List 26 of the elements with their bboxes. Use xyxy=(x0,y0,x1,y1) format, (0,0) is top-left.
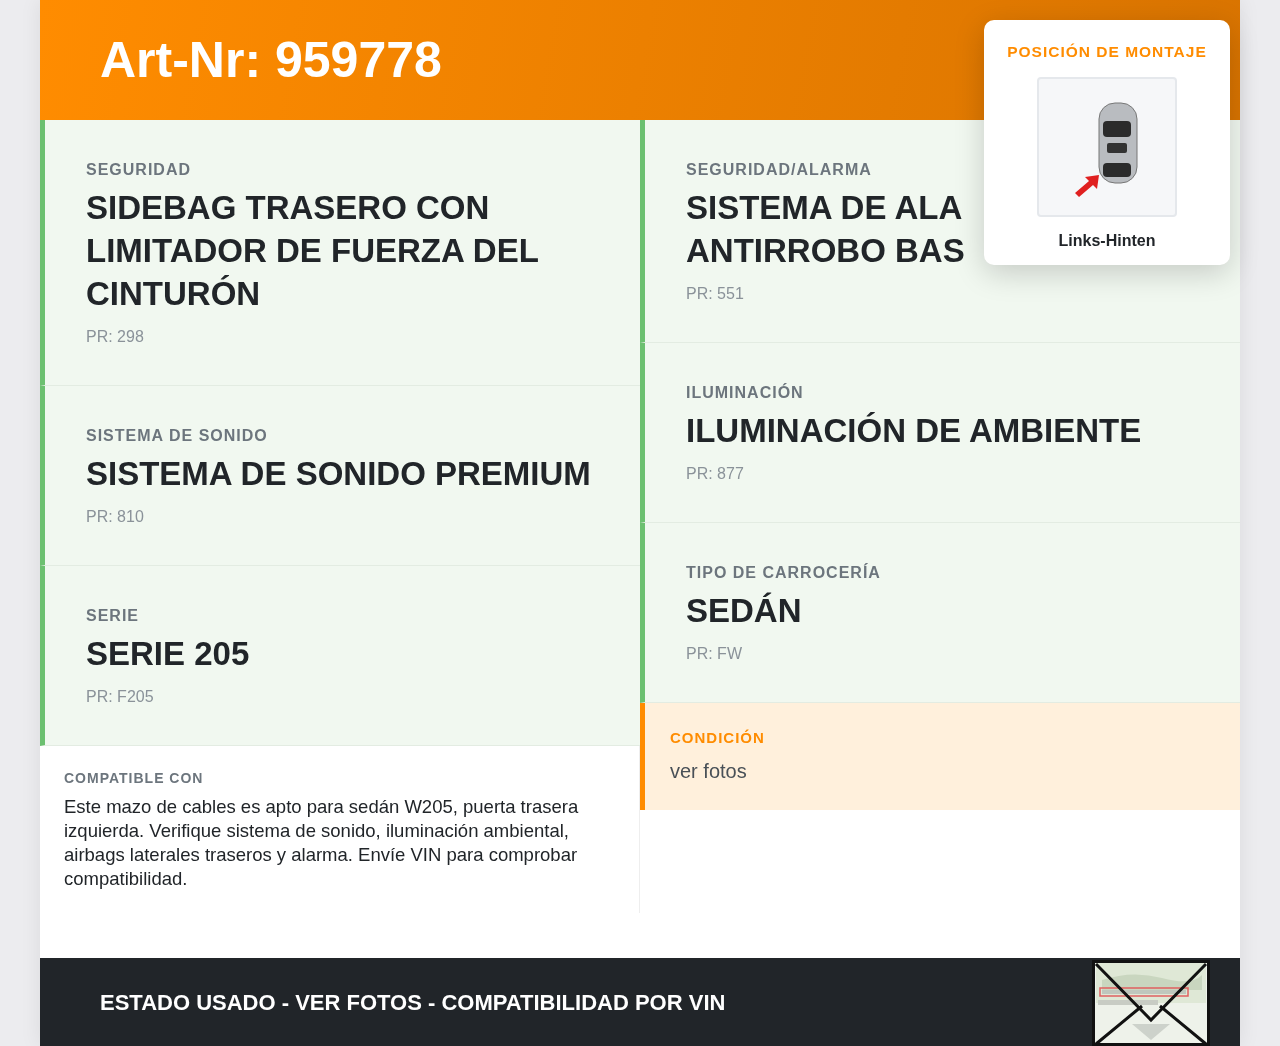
category-label: ILUMINACIÓN xyxy=(686,382,805,403)
category-label: TIPO DE CARROCERÍA xyxy=(686,562,882,583)
pr-code: PR: 810 xyxy=(86,507,145,527)
pr-code: PR: FW xyxy=(686,644,743,664)
condition-value: ver fotos xyxy=(670,758,748,784)
category-label: SERIE xyxy=(86,606,140,626)
category-label: SISTEMA DE SONIDO xyxy=(86,426,269,446)
compatible-label: COMPATIBLE CON xyxy=(64,769,205,788)
category-label: SEGURIDAD xyxy=(86,160,192,180)
pr-code: PR: 877 xyxy=(686,464,745,484)
footer-banner-text: ESTADO USADO - VER FOTOS - COMPATIBILIDAD POR VIN xyxy=(100,988,726,1017)
feature-title: SIDEBAG TRASERO CON LIMITADOR DE FUERZA DEL CINTURÓN xyxy=(86,188,540,314)
article-number-title: Art-Nr: 959778 xyxy=(100,30,442,90)
mounting-position-label: Links-Hinten xyxy=(1057,231,1157,252)
category-label: SEGURIDAD/ALARMA xyxy=(686,160,873,180)
feature-title: SISTEMA DE ALA ANTIRROBO BAS xyxy=(686,188,965,271)
popup-title: POSICIÓN DE MONTAJE xyxy=(1006,42,1208,62)
pr-code: PR: 551 xyxy=(686,284,745,304)
feature-title: ILUMINACIÓN DE AMBIENTE xyxy=(686,411,1142,451)
pr-code: PR: F205 xyxy=(86,687,155,707)
feature-title: SISTEMA DE SONIDO PREMIUM xyxy=(86,454,591,494)
condition-label: CONDICIÓN xyxy=(670,728,766,748)
compatibility-description: Este mazo de cables es apto para sedán W205, puerta trasera izquierda. Verifique sistema de sonido, iluminación ambiental, airbags laterales traseros y alarma. Envíe VIN para comprobar compatibilidad. xyxy=(64,795,580,891)
feature-title: SEDÁN xyxy=(686,591,802,631)
pr-code: PR: 298 xyxy=(86,327,145,347)
feature-title: SERIE 205 xyxy=(86,634,250,674)
